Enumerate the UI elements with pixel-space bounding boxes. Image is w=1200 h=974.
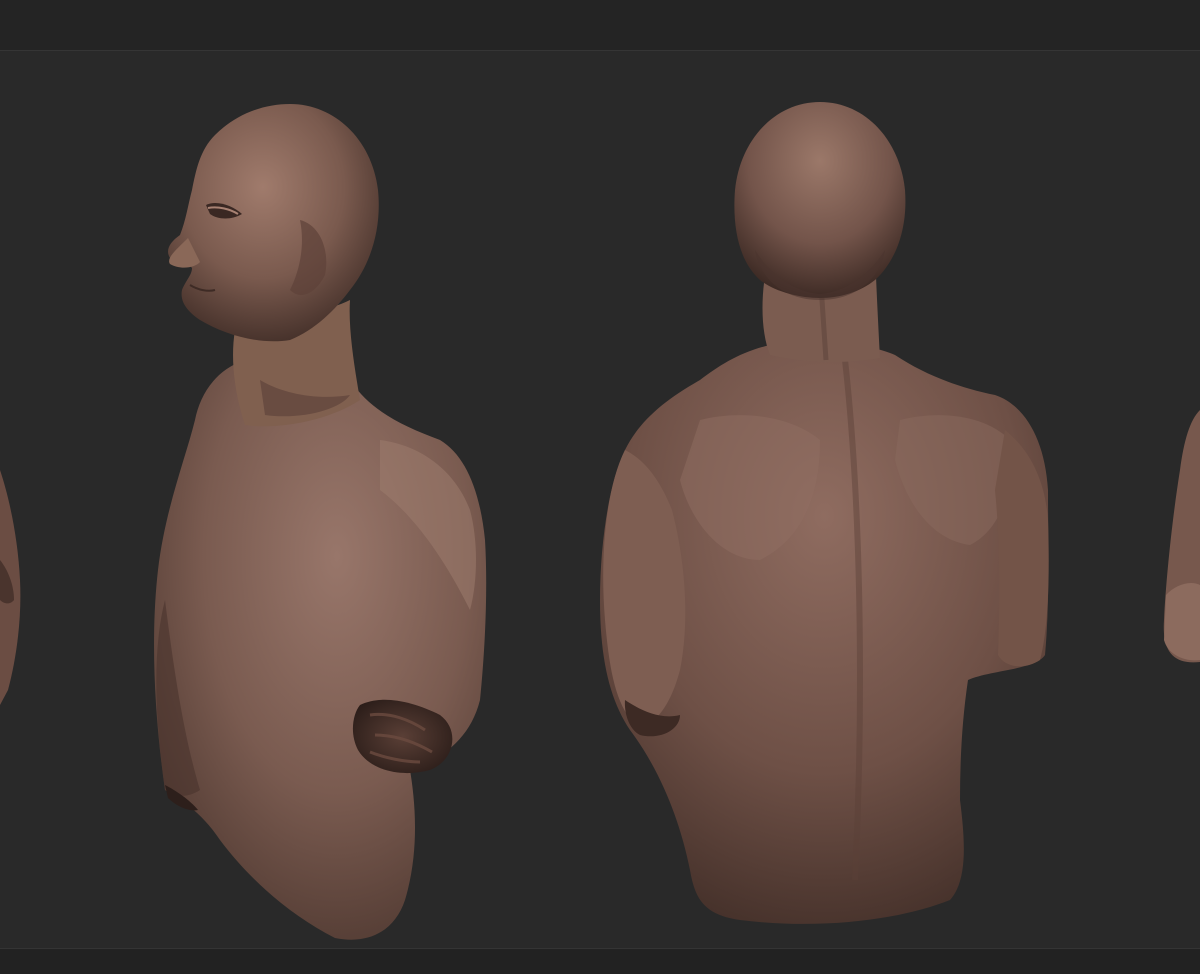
- sculpt-viewport-frame: [0, 0, 1200, 974]
- back-head: [734, 102, 906, 298]
- edge-view-left: [0, 470, 21, 705]
- back-view: [600, 102, 1049, 924]
- sculpt-render: [0, 102, 1200, 940]
- edge-view-right: [1163, 410, 1200, 663]
- left-profile-view: [154, 104, 487, 940]
- profile-torso: [154, 350, 487, 940]
